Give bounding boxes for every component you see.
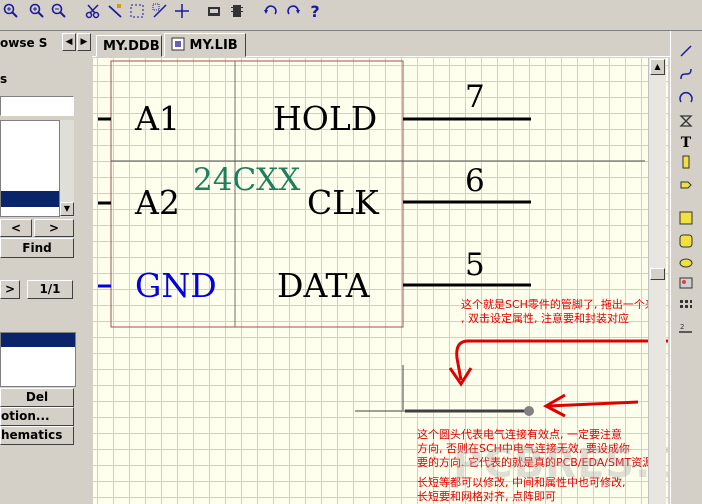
component-name: 24CXX [193,162,301,198]
polygon-tool-icon[interactable] [677,114,695,130]
pin-number-7: 7 [465,79,485,115]
pin-tool-icon[interactable]: 2 [677,321,695,337]
annotation-pin-note: 这个就是SCH零件的管脚了, 拖出一个来 , 双击设定属性, 注意要和封装对应 [461,298,656,326]
wire-icon[interactable] [106,3,124,21]
zoom-in-icon[interactable] [2,3,20,21]
scroll-thumb[interactable] [650,268,665,280]
select-icon[interactable] [128,3,146,21]
pin-label-data: DATA [277,266,370,305]
undo-icon[interactable] [262,3,280,21]
pin-list-selected-item[interactable] [1,333,75,347]
graphic-tool-icon[interactable] [677,276,695,292]
pin-number-6: 6 [465,163,485,199]
arc-tool-icon[interactable] [677,91,695,107]
tab-my-ddb-label: MY.DDB [103,39,160,54]
pin-list[interactable] [0,332,76,387]
annotation-pin-line-2: , 双击设定属性, 注意要和封装对应 [461,312,629,325]
zoom-in-icon[interactable] [28,3,46,21]
find-button[interactable]: Find [0,238,74,258]
schematic-canvas[interactable]: A1 A2 GND HOLD CLK DATA 7 6 5 24CXX 这个就是… [93,58,668,504]
component-list-scrollbar[interactable]: ▼ [60,120,74,217]
svg-text:2: 2 [680,323,684,331]
next-button[interactable]: > [34,219,74,237]
annotation-point-line-5: 长短要和网格对齐, 点阵即可 [417,490,556,503]
array-tool-icon[interactable] [677,299,695,315]
move-selection-icon[interactable] [151,3,169,21]
zoom-out-icon[interactable] [50,3,68,21]
watermark: PCBRES.COM [453,441,668,487]
pin-label-gnd: GND [135,266,217,305]
pin-label-a1: A1 [135,99,180,138]
text-tool-icon[interactable]: T [677,135,695,151]
annotation-point-line-1: 这个圆头代表电气连接有效点, 一定要注意 [417,428,622,441]
pin-label-clk: CLK [307,183,379,222]
rounded-rectangle-tool-icon[interactable] [677,234,695,250]
pager-next-button[interactable]: > [0,280,20,299]
canvas-vertical-scrollbar[interactable]: ▲ [648,58,666,504]
tab-scroll-left-button[interactable]: ◀ [62,33,76,51]
move-icon[interactable] [173,3,191,21]
tab-my-lib-label: MY.LIB [189,38,238,53]
annotation-pin-line-1: 这个就是SCH零件的管脚了, 拖出一个来 [461,298,656,311]
chip-icon[interactable] [228,3,246,21]
pin-label-a2: A2 [135,183,180,222]
rectangle-tool-icon[interactable] [677,211,695,227]
redo-icon[interactable] [284,3,302,21]
update-schematics-button[interactable]: hematics [0,426,74,445]
schematic-doc-icon [171,37,185,51]
browse-tab[interactable]: owse S [0,33,60,53]
component-list[interactable] [0,120,60,217]
part-tool-icon[interactable] [677,155,695,171]
tab-scroll-right-button[interactable]: ▶ [77,33,91,51]
prev-button[interactable]: < [0,219,32,237]
ellipse-tool-icon[interactable] [677,256,695,272]
library-icon[interactable] [205,3,223,21]
tab-my-ddb[interactable]: MY.DDB [96,35,162,57]
pin-label-hold: HOLD [273,99,378,138]
scroll-up-button[interactable]: ▲ [650,59,665,75]
cut-icon[interactable] [84,3,102,21]
component-list-selected-item[interactable] [1,191,59,207]
line-tool-icon[interactable] [677,44,695,60]
main-toolbar: ? [0,0,702,31]
help-icon[interactable]: ? [306,3,324,21]
tab-my-lib[interactable]: MY.LIB [164,33,246,57]
scroll-down-button[interactable]: ▼ [60,202,74,216]
bezier-tool-icon[interactable] [677,67,695,83]
pin-number-5: 5 [465,247,485,283]
page-indicator: 1/1 [27,280,73,299]
panel-header: s [0,72,8,86]
delete-button[interactable]: Del [0,388,74,407]
port-tool-icon[interactable] [677,178,695,194]
description-button[interactable]: otion... [0,407,74,426]
filter-input[interactable] [0,96,74,116]
